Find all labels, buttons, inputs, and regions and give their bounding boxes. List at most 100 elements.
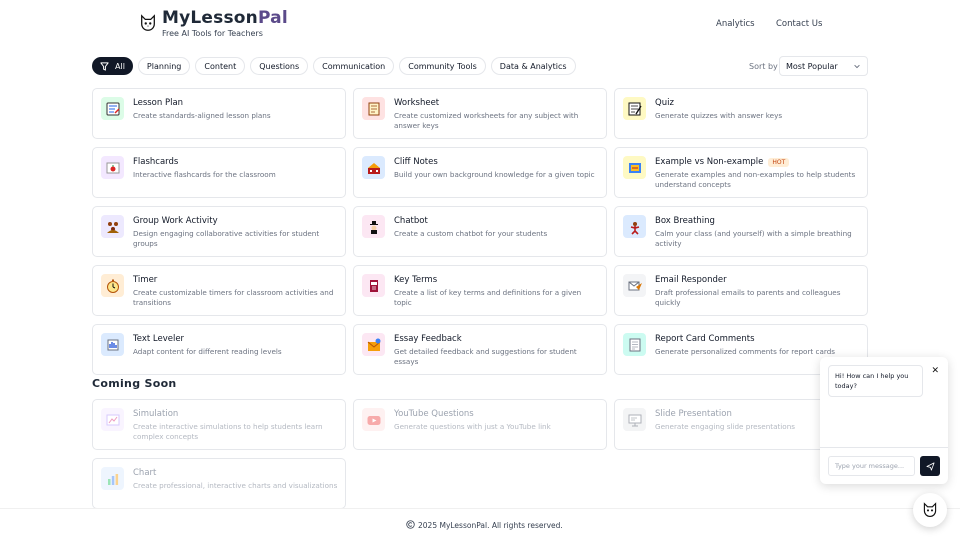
- filter-questions[interactable]: Questions: [250, 57, 309, 75]
- worksheet-icon: [362, 97, 385, 120]
- tool-description: Calm your class (and yourself) with a si…: [655, 229, 852, 248]
- brand-name[interactable]: MyLessonPal: [162, 8, 288, 28]
- essay-feedback-icon: [362, 333, 385, 356]
- brand-part-1: MyLesson: [162, 8, 258, 28]
- tool-title: Cliff Notes: [394, 157, 438, 167]
- filter-icon: [100, 61, 109, 71]
- tool-card-email-responder[interactable]: Email Responder Draft professional email…: [614, 265, 868, 316]
- timer-icon: [101, 274, 124, 297]
- filter-data-analytics[interactable]: Data & Analytics: [490, 57, 576, 75]
- filter-content[interactable]: Content: [195, 57, 246, 75]
- chat-message-input[interactable]: Type your message...: [828, 456, 915, 476]
- copyright-icon: [406, 520, 415, 529]
- quiz-icon: [623, 97, 646, 120]
- chat-widget: ✕ Hi! How can I help you today? Type you…: [820, 357, 948, 484]
- nav-analytics[interactable]: Analytics: [716, 19, 755, 29]
- youtube-icon: [362, 408, 385, 431]
- header: MyLessonPal Free AI Tools for Teachers A…: [0, 0, 960, 50]
- tool-card-example-vs-non-example[interactable]: Example vs Non-example HOT Generate examp…: [614, 147, 868, 198]
- nav-contact-us[interactable]: Contact Us: [776, 19, 822, 29]
- filter-all[interactable]: All: [92, 57, 133, 75]
- soon-card-simulation: Simulation Create interactive simulation…: [92, 399, 346, 450]
- email-icon: [623, 274, 646, 297]
- tool-title: Simulation: [133, 409, 179, 419]
- coming-soon-title: Coming Soon: [92, 377, 177, 390]
- tool-card-flashcards[interactable]: Flashcards Interactive flashcards for th…: [92, 147, 346, 198]
- tool-card-worksheet[interactable]: Worksheet Create customized worksheets f…: [353, 88, 607, 139]
- tool-description: Draft professional emails to parents and…: [655, 288, 841, 307]
- tool-title: Timer: [133, 275, 158, 285]
- tool-card-lesson-plan[interactable]: Lesson Plan Create standards-aligned les…: [92, 88, 346, 139]
- tool-card-timer[interactable]: Timer Create customizable timers for cla…: [92, 265, 346, 316]
- soon-card-youtube-questions: YouTube Questions Generate questions wit…: [353, 399, 607, 450]
- tagline: Free AI Tools for Teachers: [162, 29, 263, 38]
- brand-part-2: Pal: [257, 8, 288, 28]
- tool-description: Create a custom chatbot for your student…: [394, 229, 548, 238]
- tool-description: Design engaging collaborative activities…: [133, 229, 320, 248]
- chevron-down-icon: [854, 64, 860, 69]
- close-icon[interactable]: ✕: [931, 366, 939, 376]
- tool-description: Create customized worksheets for any sub…: [394, 111, 579, 130]
- tool-title: Quiz: [655, 98, 674, 108]
- group-work-icon: [101, 215, 124, 238]
- tool-card-group-work-activity[interactable]: Group Work Activity Design engaging coll…: [92, 206, 346, 257]
- footer-copyright: 2025 MyLessonPal. All rights reserved.: [418, 521, 563, 530]
- footer: 2025 MyLessonPal. All rights reserved.: [0, 508, 960, 540]
- chatbot-icon: [362, 215, 385, 238]
- chat-send-button[interactable]: [920, 456, 940, 476]
- chart-icon: [101, 467, 124, 490]
- tool-title: Slide Presentation: [655, 409, 732, 419]
- filter-planning[interactable]: Planning: [137, 57, 191, 75]
- chat-input-placeholder: Type your message...: [835, 462, 905, 470]
- lesson-plan-icon: [101, 97, 124, 120]
- tool-title: Chatbot: [394, 216, 428, 226]
- sort-label: Sort by: [749, 62, 778, 71]
- tool-description: Create customizable timers for classroom…: [133, 288, 334, 307]
- tool-card-text-leveler[interactable]: Text Leveler Adapt content for different…: [92, 324, 346, 375]
- tool-card-key-terms[interactable]: Key Terms Create a list of key terms and…: [353, 265, 607, 316]
- send-icon: [925, 461, 935, 471]
- tool-title: Lesson Plan: [133, 98, 184, 108]
- tool-card-cliff-notes[interactable]: Cliff Notes Build your own background kn…: [353, 147, 607, 198]
- tool-description: Generate questions with just a YouTube l…: [394, 422, 551, 431]
- sort-select[interactable]: Most Popular: [779, 56, 868, 76]
- filter-communication[interactable]: Communication: [313, 57, 395, 75]
- tool-title-text: Example vs Non-example: [655, 157, 764, 167]
- tool-card-box-breathing[interactable]: Box Breathing Calm your class (and yours…: [614, 206, 868, 257]
- tool-description: Adapt content for different reading leve…: [133, 347, 282, 356]
- tool-title: Essay Feedback: [394, 334, 462, 344]
- tool-description: Generate personalized comments for repor…: [655, 347, 836, 356]
- tool-description: Generate examples and non-examples to he…: [655, 170, 856, 189]
- tool-description: Generate quizzes with answer keys: [655, 111, 783, 120]
- tool-description: Get detailed feedback and suggestions fo…: [394, 347, 577, 366]
- filter-all-label: All: [115, 61, 125, 71]
- simulation-icon: [101, 408, 124, 431]
- example-icon: [623, 156, 646, 179]
- flashcards-icon: [101, 156, 124, 179]
- soon-card-chart: Chart Create professional, interactive c…: [92, 458, 346, 509]
- tool-title: Email Responder: [655, 275, 727, 285]
- tool-description: Create interactive simulations to help s…: [133, 422, 323, 441]
- tool-title: Chart: [133, 468, 157, 478]
- chat-divider: [820, 447, 948, 448]
- text-leveler-icon: [101, 333, 124, 356]
- slide-icon: [623, 408, 646, 431]
- cat-logo-icon[interactable]: [139, 14, 157, 32]
- tool-card-essay-feedback[interactable]: Essay Feedback Get detailed feedback and…: [353, 324, 607, 375]
- tool-description: Create a list of key terms and definitio…: [394, 288, 582, 307]
- tool-description: Create professional, interactive charts …: [133, 481, 338, 490]
- report-card-icon: [623, 333, 646, 356]
- tool-card-quiz[interactable]: Quiz Generate quizzes with answer keys: [614, 88, 868, 139]
- chat-toggle-button[interactable]: [913, 493, 947, 527]
- tool-title: Group Work Activity: [133, 216, 218, 226]
- sort-value: Most Popular: [786, 61, 838, 71]
- cat-avatar-icon: [923, 502, 937, 517]
- tool-title: YouTube Questions: [394, 409, 474, 419]
- key-terms-icon: [362, 274, 385, 297]
- box-breathing-icon: [623, 215, 646, 238]
- tool-description: Build your own background knowledge for …: [394, 170, 595, 179]
- cliff-notes-icon: [362, 156, 385, 179]
- filter-chips: All Planning Content Questions Communica…: [92, 57, 576, 75]
- filter-community-tools[interactable]: Community Tools: [399, 57, 486, 75]
- tool-card-chatbot[interactable]: Chatbot Create a custom chatbot for your…: [353, 206, 607, 257]
